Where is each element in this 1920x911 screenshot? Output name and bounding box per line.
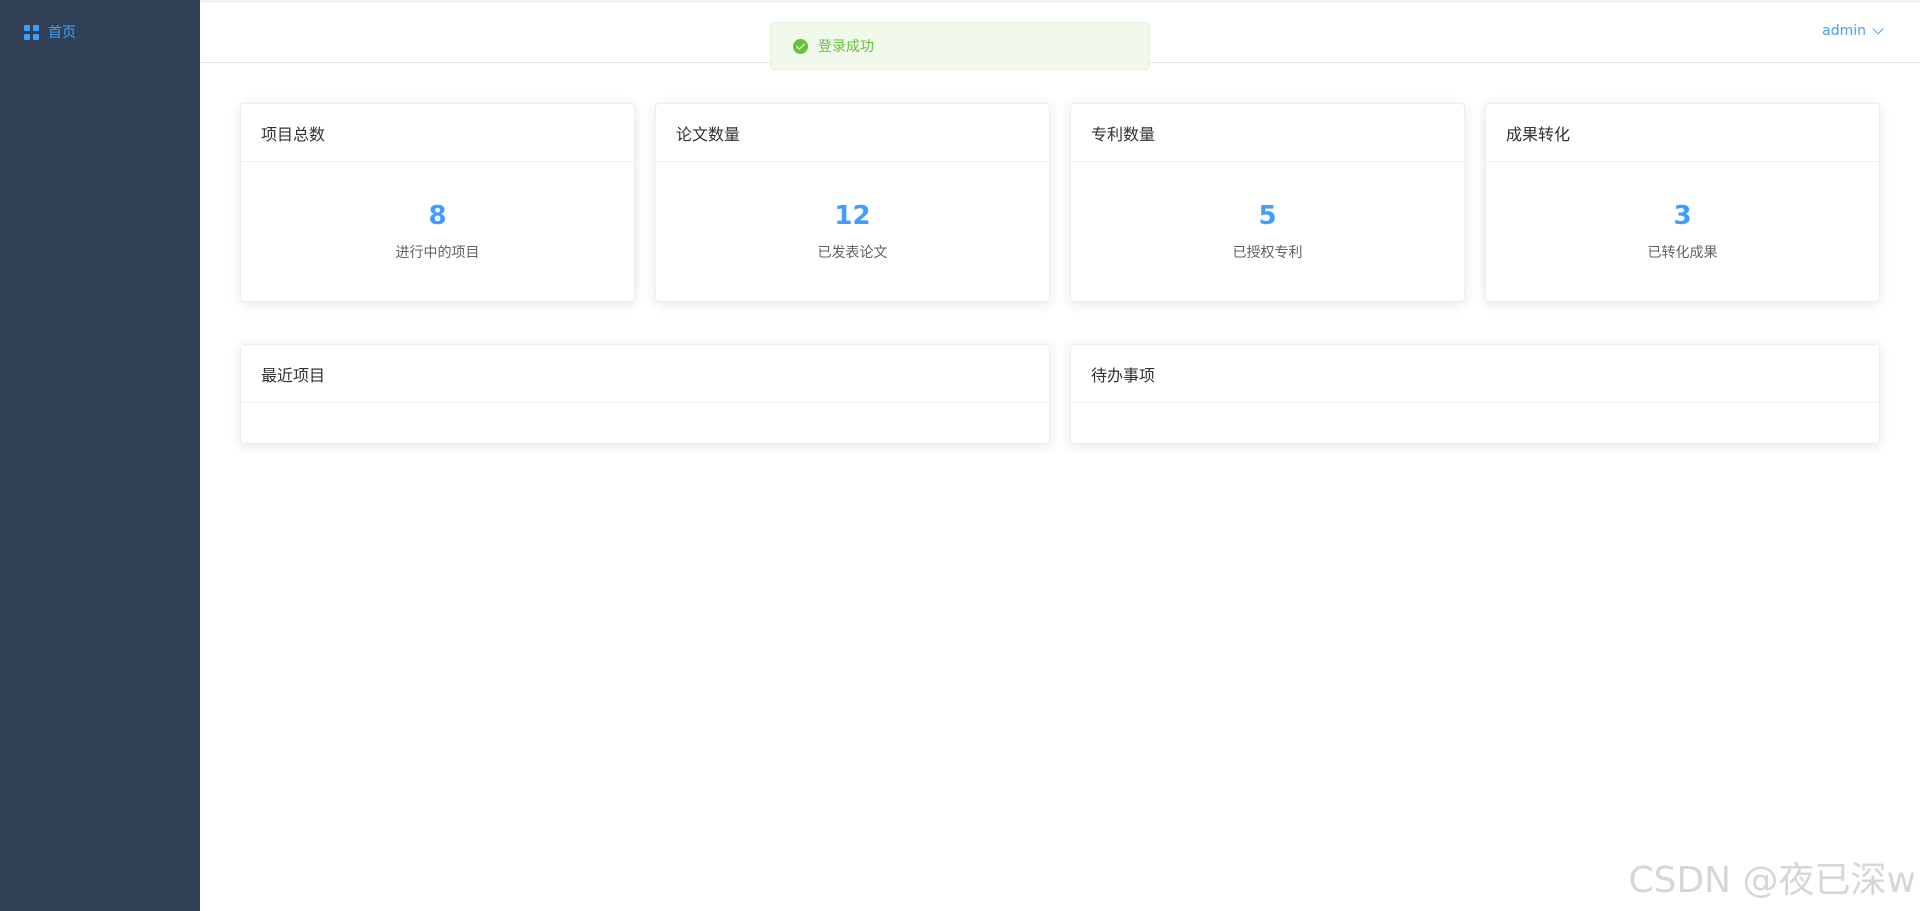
chevron-down-icon [1872,23,1884,35]
stat-value: 12 [834,201,871,231]
stat-value: 3 [1673,201,1692,231]
stat-label: 已授权专利 [1232,245,1303,261]
stat-label: 已转化成果 [1647,245,1718,261]
card-title: 项目总数 [241,104,634,162]
stat-value: 5 [1258,201,1277,231]
stat-value: 8 [428,201,447,231]
stat-card-papers: 论文数量 12 已发表论文 [655,103,1050,302]
success-toast: 登录成功 [770,22,1150,70]
card-title: 论文数量 [656,104,1049,162]
stat-card-patents: 专利数量 5 已授权专利 [1070,103,1465,302]
username: admin [1822,23,1866,39]
sidebar-item-home[interactable]: 首页 [0,12,200,52]
card-title: 专利数量 [1071,104,1464,162]
stat-card-achievements: 成果转化 3 已转化成果 [1485,103,1880,302]
todo-panel: 待办事项 [1070,344,1880,444]
panel-title: 待办事项 [1071,345,1879,403]
success-check-icon [793,38,808,54]
sidebar: 首页 [0,0,200,911]
user-dropdown[interactable]: admin [1822,23,1884,39]
stat-label: 已发表论文 [817,245,888,261]
sidebar-item-label: 首页 [48,25,76,41]
toast-message: 登录成功 [818,39,874,55]
card-title: 成果转化 [1486,104,1879,162]
dashboard-grid-icon [24,24,39,40]
panel-title: 最近项目 [241,345,1049,403]
stat-card-projects: 项目总数 8 进行中的项目 [240,103,635,302]
stat-label: 进行中的项目 [395,245,480,261]
recent-projects-panel: 最近项目 [240,344,1050,444]
watermark: CSDN @夜已深w [1628,860,1916,901]
